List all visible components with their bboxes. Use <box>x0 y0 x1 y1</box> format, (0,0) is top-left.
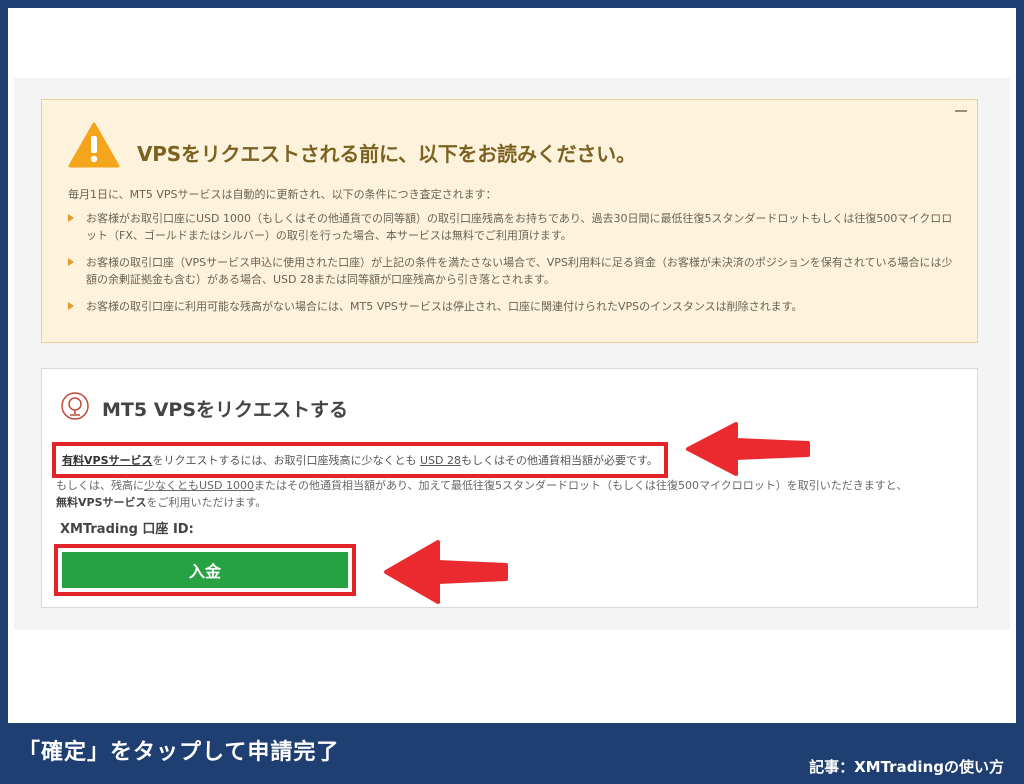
bullet-arrow-icon <box>68 302 74 310</box>
notice-item: お客様の取引口座（VPSサービス申込に使用された口座）が上記の条件を満たさない場… <box>66 254 956 288</box>
bullet-arrow-icon <box>68 214 74 222</box>
paid-vps-link[interactable]: 有料VPSサービス <box>62 454 153 467</box>
screenshot-frame: VPSをリクエストされる前に、以下をお読みください。 毎月1日に、MT5 VPS… <box>8 8 1016 723</box>
caption-text: 「確定」をタップして申請完了 <box>18 740 340 765</box>
article-credit: 記事：XMTradingの使い方 <box>809 758 1004 776</box>
content-panel: VPSをリクエストされる前に、以下をお読みください。 毎月1日に、MT5 VPS… <box>14 78 1010 630</box>
notice-item: お客様がお取引口座にUSD 1000（もしくはその他通貨での同等額）の取引口座残… <box>66 210 956 244</box>
collapse-icon[interactable] <box>955 110 967 112</box>
red-arrow-icon <box>384 540 508 604</box>
notice-list: お客様がお取引口座にUSD 1000（もしくはその他通貨での同等額）の取引口座残… <box>66 210 956 325</box>
free-vps-note: もしくは、残高に少なくともUSD 1000またはその他通貨相当額があり、加えて最… <box>56 479 908 509</box>
warning-triangle-icon <box>68 122 120 168</box>
request-icon <box>61 392 89 420</box>
account-id-label: XMTrading 口座 ID: <box>60 522 194 537</box>
requirement-highlight: 有料VPSサービスをリクエストするには、お取引口座残高に少なくとも USD 28… <box>52 442 668 478</box>
red-arrow-icon <box>686 422 810 476</box>
notice-intro: 毎月1日に、MT5 VPSサービスは自動的に更新され、以下の条件につき査定されま… <box>68 188 497 201</box>
request-title: MT5 VPSをリクエストする <box>102 399 349 421</box>
amount-link[interactable]: USD 28 <box>420 454 461 467</box>
notice-title: VPSをリクエストされる前に、以下をお読みください。 <box>137 142 636 166</box>
notice-item: お客様の取引口座に利用可能な残高がない場合には、MT5 VPSサービスは停止され… <box>66 298 956 315</box>
deposit-highlight: 入金 <box>54 544 356 596</box>
vps-notice-box: VPSをリクエストされる前に、以下をお読みください。 毎月1日に、MT5 VPS… <box>41 99 978 343</box>
deposit-button[interactable]: 入金 <box>62 552 348 588</box>
bullet-arrow-icon <box>68 258 74 266</box>
